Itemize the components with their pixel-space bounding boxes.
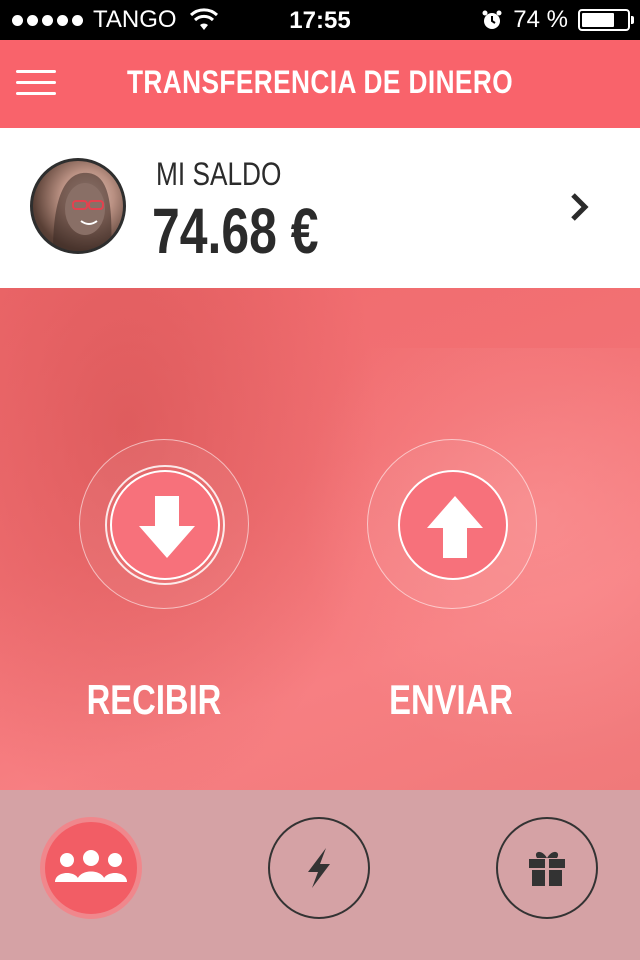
chevron-right-icon[interactable]: [568, 190, 592, 224]
arrow-up-icon: [427, 496, 483, 558]
balance-card[interactable]: MI SALDO 74.68 €: [0, 128, 640, 288]
receive-inner: [110, 470, 220, 580]
page-title: TRANSFERENCIA DE DINERO: [126, 64, 514, 100]
avatar: [30, 158, 126, 254]
balance-amount: 74.68 €: [152, 195, 319, 267]
tab-bar: [0, 790, 640, 960]
receive-label[interactable]: RECIBIR: [60, 676, 247, 724]
status-right: 74 %: [481, 0, 634, 40]
hamburger-menu-icon[interactable]: [16, 70, 56, 100]
battery-fill: [582, 13, 614, 27]
receive-button[interactable]: [79, 439, 249, 609]
app-header: TRANSFERENCIA DE DINERO: [0, 40, 640, 128]
lightning-icon: [308, 848, 330, 888]
send-button[interactable]: [367, 439, 537, 609]
battery-icon: [578, 9, 634, 31]
profile-photo: [53, 172, 112, 251]
balance-label: MI SALDO: [156, 156, 282, 192]
status-bar: TANGO 17:55 74 %: [0, 0, 640, 40]
send-label[interactable]: ENVIAR: [357, 676, 544, 724]
tab-quick[interactable]: [268, 817, 370, 919]
group-icon: [55, 850, 127, 882]
alarm-icon: [482, 10, 502, 29]
tab-gifts[interactable]: [496, 817, 598, 919]
gift-icon: [529, 851, 565, 886]
send-inner: [398, 470, 508, 580]
battery-percent: 74 %: [513, 6, 568, 33]
hero-background: RECIBIR ENVIAR: [0, 288, 640, 790]
arrow-down-icon: [139, 496, 195, 558]
tab-contacts[interactable]: [40, 817, 142, 919]
